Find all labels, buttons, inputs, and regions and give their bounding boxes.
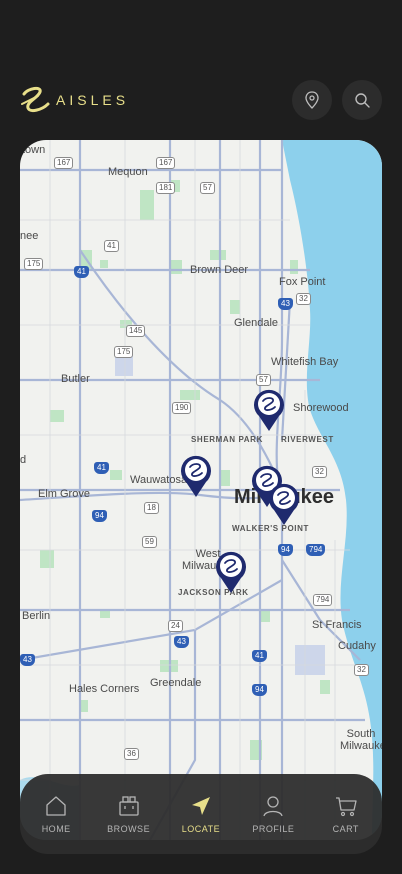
map-label-glendale: Glendale	[234, 317, 279, 329]
bottom-nav: HOME BROWSE LOCATE PROFILE CART	[20, 774, 382, 854]
nav-item-home[interactable]: HOME	[22, 794, 90, 834]
highway-shield: 36	[124, 748, 139, 760]
highway-shield: 181	[156, 182, 176, 194]
interstate-shield: 94	[92, 510, 107, 522]
nav-item-locate[interactable]: LOCATE	[167, 794, 235, 834]
map-label-riverwest: RIVERWEST	[281, 435, 334, 444]
interstate-shield: 43	[174, 636, 189, 648]
map-label-berlin: Berlin	[22, 610, 51, 622]
search-icon	[355, 93, 370, 108]
highway-shield: 32	[312, 466, 327, 478]
store-pin[interactable]	[267, 482, 301, 526]
location-button[interactable]	[292, 80, 332, 120]
highway-shield: 794	[313, 594, 333, 606]
nav-item-profile[interactable]: PROFILE	[239, 794, 307, 834]
map-label-town: town	[22, 144, 46, 156]
interstate-shield: 43	[278, 298, 293, 310]
interstate-shield: 794	[306, 544, 326, 556]
map-label-brown-deer: Brown Deer	[190, 264, 249, 276]
map-label-nee: nee	[20, 230, 39, 242]
navigation-arrow-icon	[191, 797, 210, 815]
map-label-cudahy: Cudahy	[338, 640, 376, 652]
map-label-hales-corners: Hales Corners	[69, 683, 140, 695]
map-label-whitefish-bay: Whitefish Bay	[271, 356, 339, 368]
nav-item-browse[interactable]: BROWSE	[95, 794, 163, 834]
nav-label: LOCATE	[181, 824, 221, 834]
location-pin-icon	[305, 91, 319, 109]
home-icon	[46, 796, 66, 816]
nav-label: HOME	[41, 824, 71, 834]
nav-label: CART	[332, 824, 359, 834]
map-label-d: d	[20, 454, 27, 466]
highway-shield: 175	[24, 258, 44, 270]
brand-name: AISLES	[56, 92, 130, 108]
highway-shield: 57	[256, 374, 271, 386]
map-label-elm-grove: Elm Grove	[38, 488, 90, 500]
highway-shield: 190	[172, 402, 192, 414]
user-icon	[263, 796, 284, 817]
map-label-greendale: Greendale	[150, 677, 202, 689]
interstate-shield: 41	[252, 650, 267, 662]
cart-icon	[335, 797, 357, 817]
map-label-shorewood: Shorewood	[293, 402, 349, 414]
map-label-sherman-park: SHERMAN PARK	[191, 435, 263, 444]
search-button[interactable]	[342, 80, 382, 120]
highway-shield: 145	[126, 325, 146, 337]
interstate-shield: 41	[94, 462, 109, 474]
interstate-shield: 94	[252, 684, 267, 696]
highway-shield: 32	[296, 293, 311, 305]
nav-label: PROFILE	[252, 824, 295, 834]
highway-shield: 59	[142, 536, 157, 548]
highway-shield: 18	[144, 502, 159, 514]
highway-shield: 24	[168, 620, 183, 632]
interstate-shield: 41	[74, 266, 89, 278]
store-pin[interactable]	[179, 454, 213, 498]
store-pin[interactable]	[252, 388, 286, 432]
nav-item-cart[interactable]: CART	[312, 794, 380, 834]
map-label-st-francis: St Francis	[312, 619, 362, 631]
interstate-shield: 94	[278, 544, 293, 556]
store-map[interactable]: town Mequon nee Brown Deer Fox Point Gle…	[20, 140, 382, 840]
aisles-logo-icon	[21, 86, 50, 113]
highway-shield: 167	[54, 157, 74, 169]
browse-icon	[118, 796, 139, 816]
store-pin[interactable]	[214, 550, 248, 594]
interstate-shield: 43	[20, 654, 35, 666]
highway-shield: 167	[156, 157, 176, 169]
map-label-butler: Butler	[61, 373, 90, 385]
map-label-fox-point: Fox Point	[279, 276, 326, 288]
highway-shield: 32	[354, 664, 369, 676]
highway-shield: 175	[114, 346, 134, 358]
nav-label: BROWSE	[107, 824, 151, 834]
map-label-mequon: Mequon	[108, 166, 148, 178]
highway-shield: 57	[200, 182, 215, 194]
brand-logo[interactable]: AISLES	[18, 80, 129, 120]
highway-shield: 41	[104, 240, 119, 252]
header: AISLES	[0, 80, 402, 120]
map-label-south-milwaukee: South Milwaukee	[340, 728, 382, 752]
